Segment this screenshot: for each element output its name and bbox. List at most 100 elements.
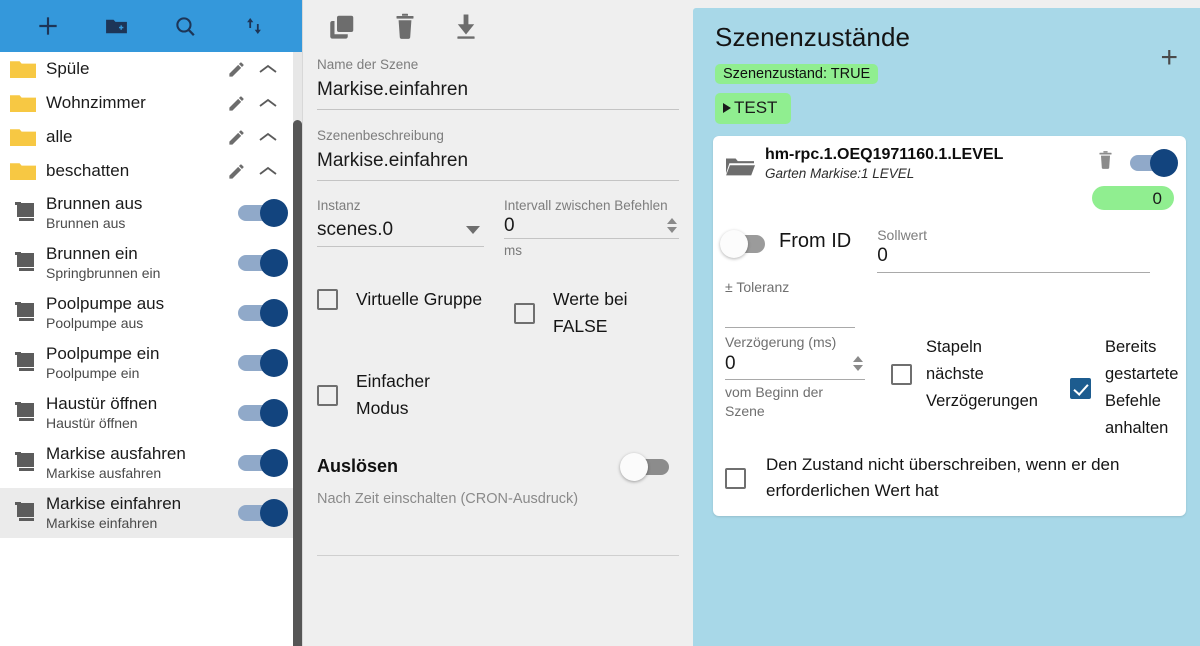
scene-list-item[interactable]: Poolpumpe aus Poolpumpe aus <box>0 288 302 338</box>
interval-stepper[interactable] <box>665 218 679 233</box>
add-state-button[interactable]: + <box>1160 43 1178 73</box>
stop-started-checkbox-row[interactable]: Bereits gestartete Befehle anhalten <box>1070 334 1200 442</box>
scene-name-value[interactable]: Markise.einfahren <box>317 73 679 105</box>
instance-field[interactable]: Instanz scenes.0 <box>317 197 498 258</box>
scene-list-item[interactable]: Markise ausfahren Markise ausfahren <box>0 438 302 488</box>
edit-folder-button[interactable] <box>224 60 248 79</box>
folder-row[interactable]: beschatten <box>0 154 302 188</box>
export-scene-button[interactable] <box>453 13 479 41</box>
scene-enable-toggle[interactable] <box>230 499 292 527</box>
chevron-down-icon[interactable] <box>466 226 480 234</box>
trash-icon <box>1099 151 1112 169</box>
scene-enable-toggle[interactable] <box>230 249 292 277</box>
false-values-checkbox[interactable] <box>514 302 535 324</box>
scenes-app: Spüle Wohnzimmer alle beschatten Brunnen… <box>0 0 1200 646</box>
folder-row[interactable]: Spüle <box>0 52 302 86</box>
stack-delays-checkbox[interactable] <box>891 364 912 385</box>
scene-description-field[interactable]: Szenenbeschreibung Markise.einfahren <box>317 125 679 181</box>
virtual-group-checkbox-row[interactable]: Virtuelle Gruppe <box>317 286 484 313</box>
delay-value[interactable]: 0 <box>725 351 736 376</box>
plus-icon <box>39 17 57 35</box>
scene-list-item[interactable]: Brunnen ein Springbrunnen ein <box>0 238 302 288</box>
search-button[interactable] <box>151 0 220 52</box>
scene-enable-toggle[interactable] <box>230 399 292 427</box>
copy-icon <box>330 15 354 39</box>
edit-folder-button[interactable] <box>224 162 248 181</box>
scene-enable-toggle[interactable] <box>230 199 292 227</box>
scene-list-item[interactable]: Poolpumpe ein Poolpumpe ein <box>0 338 302 388</box>
stepper-up-icon[interactable] <box>853 356 863 362</box>
collapse-folder-button[interactable] <box>248 96 288 110</box>
collapse-folder-button[interactable] <box>248 62 288 76</box>
folder-open-icon[interactable] <box>725 146 761 183</box>
from-id-toggle[interactable] <box>720 230 765 258</box>
collapse-folder-button[interactable] <box>248 130 288 144</box>
stack-delays-label: Stapeln nächste Verzögerungen <box>926 338 1038 410</box>
scene-description-value[interactable]: Markise.einfahren <box>317 144 679 176</box>
field-underline <box>877 272 1150 273</box>
state-enable-toggle[interactable] <box>1130 149 1178 177</box>
scene-title: Brunnen ein <box>46 244 138 263</box>
test-scene-button[interactable]: TEST <box>715 93 792 124</box>
no-overwrite-checkbox-row[interactable]: Den Zustand nicht überschreiben, wenn er… <box>725 452 1174 504</box>
scene-subtitle: Markise ausfahren <box>46 465 162 481</box>
edit-folder-button[interactable] <box>224 94 248 113</box>
trigger-toggle[interactable] <box>620 452 669 481</box>
collapse-folder-button[interactable] <box>248 164 288 178</box>
interval-value[interactable]: 0 <box>504 213 515 238</box>
interval-field[interactable]: Intervall zwischen Befehlen 0 ms <box>498 197 679 258</box>
play-icon <box>723 103 731 113</box>
add-scene-button[interactable] <box>14 0 83 52</box>
setpoint-field[interactable]: Sollwert 0 <box>877 227 1174 273</box>
tolerance-label: ± Toleranz <box>725 279 790 295</box>
scene-enable-toggle[interactable] <box>230 349 292 377</box>
simple-mode-checkbox-row[interactable]: Einfacher Modus <box>317 368 484 422</box>
scene-name-label: Name der Szene <box>317 57 419 72</box>
delay-field[interactable]: Verzögerung (ms) 0 vom Beginn der Szene <box>725 334 865 421</box>
scene-list-item[interactable]: Brunnen aus Brunnen aus <box>0 188 302 238</box>
scene-icon <box>10 451 42 475</box>
scene-text: Haustür öffnen Haustür öffnen <box>46 393 230 433</box>
scene-name-field[interactable]: Name der Szene Markise.einfahren <box>317 54 679 110</box>
folder-row[interactable]: Wohnzimmer <box>0 86 302 120</box>
scene-title: Haustür öffnen <box>46 394 158 413</box>
field-underline <box>504 238 679 239</box>
sidebar-scrollbar-thumb[interactable] <box>293 120 302 646</box>
edit-folder-button[interactable] <box>224 128 248 147</box>
tolerance-underline[interactable] <box>725 327 855 328</box>
scene-list-item-selected[interactable]: Markise einfahren Markise einfahren <box>0 488 302 538</box>
copy-scene-button[interactable] <box>327 12 357 42</box>
stepper-up-icon[interactable] <box>667 218 677 224</box>
scene-title: Poolpumpe ein <box>46 344 160 363</box>
scene-list-item[interactable]: Haustür öffnen Haustür öffnen <box>0 388 302 438</box>
scene-enable-toggle[interactable] <box>230 299 292 327</box>
add-folder-button[interactable] <box>83 0 152 52</box>
stop-started-checkbox[interactable] <box>1070 377 1091 399</box>
delay-stepper[interactable] <box>851 356 865 371</box>
false-values-checkbox-row[interactable]: Werte bei FALSE <box>514 286 679 340</box>
scene-subtitle: Markise einfahren <box>46 515 158 531</box>
state-current-value: 0 <box>1092 186 1174 210</box>
sort-button[interactable] <box>220 0 289 52</box>
delete-state-button[interactable] <box>1097 150 1114 176</box>
stepper-down-icon[interactable] <box>853 365 863 371</box>
scene-icon <box>10 201 42 225</box>
delete-scene-button[interactable] <box>393 13 417 41</box>
stack-delays-checkbox-row[interactable]: Stapeln nächste Verzögerungen <box>891 334 1044 415</box>
virtual-group-checkbox[interactable] <box>317 289 338 310</box>
setpoint-value[interactable]: 0 <box>877 243 1174 269</box>
scene-subtitle: Springbrunnen ein <box>46 265 161 281</box>
no-overwrite-checkbox[interactable] <box>725 467 746 489</box>
pencil-icon <box>228 163 244 179</box>
stop-started-label: Bereits gestartete Befehle anhalten <box>1105 338 1179 437</box>
simple-mode-checkbox[interactable] <box>317 384 338 406</box>
setpoint-label: Sollwert <box>877 227 928 243</box>
scene-icon <box>10 301 42 325</box>
scene-title: Poolpumpe aus <box>46 294 165 313</box>
folder-icon <box>10 61 36 78</box>
stepper-down-icon[interactable] <box>667 227 677 233</box>
scene-enable-toggle[interactable] <box>230 449 292 477</box>
scene-icon <box>10 501 42 525</box>
scene-text: Markise einfahren Markise einfahren <box>46 493 230 533</box>
folder-row[interactable]: alle <box>0 120 302 154</box>
